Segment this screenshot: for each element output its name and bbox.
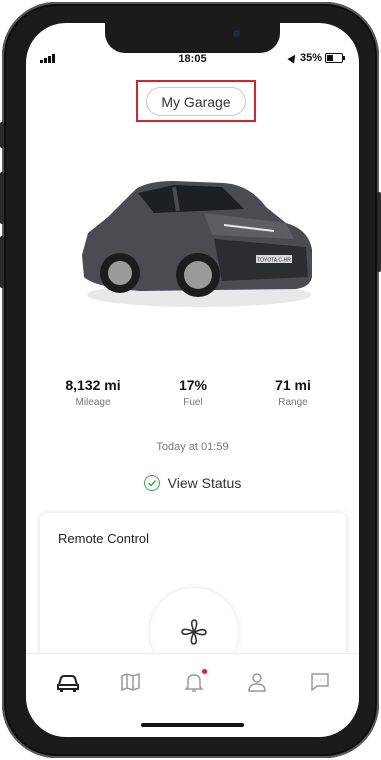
my-garage-button[interactable]: My Garage [146,87,246,116]
map-icon [121,672,140,692]
volume-up-button [0,172,4,224]
check-circle-icon [143,475,160,491]
range-value: 71 mi [275,377,311,393]
view-status-label: View Status [167,475,242,491]
notification-badge [202,669,207,674]
tab-messages[interactable] [306,668,334,696]
stat-fuel: 17% Fuel [148,377,238,408]
stat-mileage: 8,132 mi Mileage [48,377,138,408]
power-button [377,192,381,272]
volume-down-button [0,236,4,288]
stat-range: 71 mi Range [248,377,338,408]
bottom-tab-bar [26,653,359,714]
app-screen: 18:05 35% My Garage TOYOTA C-HR 8,132 mi… [26,23,359,737]
status-right: 35% [287,52,345,64]
fuel-label: Fuel [183,397,203,408]
tab-notifications[interactable] [180,668,208,696]
battery-icon [325,53,345,63]
last-updated: Today at 01:59 [156,441,229,453]
home-indicator [141,723,244,727]
tab-map[interactable] [117,668,145,696]
range-label: Range [278,397,308,408]
plate-text: TOYOTA C-HR [257,258,291,264]
user-icon [248,673,266,692]
chat-icon [311,673,329,692]
car-image: TOYOTA C-HR [82,181,312,307]
mileage-value: 8,132 mi [65,377,121,393]
battery-percent: 35% [299,52,322,64]
remote-control-title: Remote Control [58,531,150,546]
notch [105,23,280,53]
location-icon [287,52,299,64]
fuel-value: 17% [178,377,208,393]
car-icon [57,675,79,692]
camera [233,30,240,37]
mileage-label: Mileage [75,397,111,408]
mute-switch [0,122,4,148]
tab-garage[interactable] [54,668,82,696]
view-status-link[interactable]: View Status [26,475,359,491]
fan-icon [181,619,207,645]
remote-control-card: Remote Control [40,513,346,676]
tab-account[interactable] [243,668,271,696]
